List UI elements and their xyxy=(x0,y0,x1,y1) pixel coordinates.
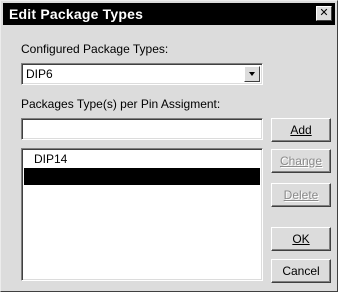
list-item[interactable]: DIP14 xyxy=(24,151,260,168)
change-button[interactable]: Change xyxy=(271,149,331,173)
add-button[interactable]: Add xyxy=(271,118,331,142)
close-button[interactable]: ✕ xyxy=(316,6,332,21)
delete-button-label: Delete xyxy=(283,187,319,202)
close-icon: ✕ xyxy=(319,7,329,19)
add-button-label: Add xyxy=(290,122,312,137)
configured-package-types-dropdown[interactable]: DIP6 xyxy=(21,63,263,85)
list-item-selected[interactable] xyxy=(24,168,260,185)
change-button-label: Change xyxy=(279,153,323,168)
edit-package-types-dialog: Edit Package Types ✕ Configured Package … xyxy=(0,0,338,292)
title-bar[interactable]: Edit Package Types ✕ xyxy=(3,3,335,25)
package-types-listbox[interactable]: DIP14 xyxy=(21,148,263,281)
cancel-button-label: Cancel xyxy=(282,263,320,278)
configured-package-types-label: Configured Package Types: xyxy=(21,42,169,56)
pin-assignment-label: Packages Type(s) per Pin Assigment: xyxy=(21,97,221,111)
chevron-down-icon[interactable] xyxy=(244,66,260,82)
configured-package-types-value: DIP6 xyxy=(26,67,53,81)
pin-assignment-input[interactable] xyxy=(21,118,263,140)
delete-button[interactable]: Delete xyxy=(271,183,331,207)
cancel-button[interactable]: Cancel xyxy=(271,259,331,283)
window-title: Edit Package Types xyxy=(9,6,144,22)
ok-button-label: OK xyxy=(292,231,310,246)
ok-button[interactable]: OK xyxy=(271,227,331,251)
